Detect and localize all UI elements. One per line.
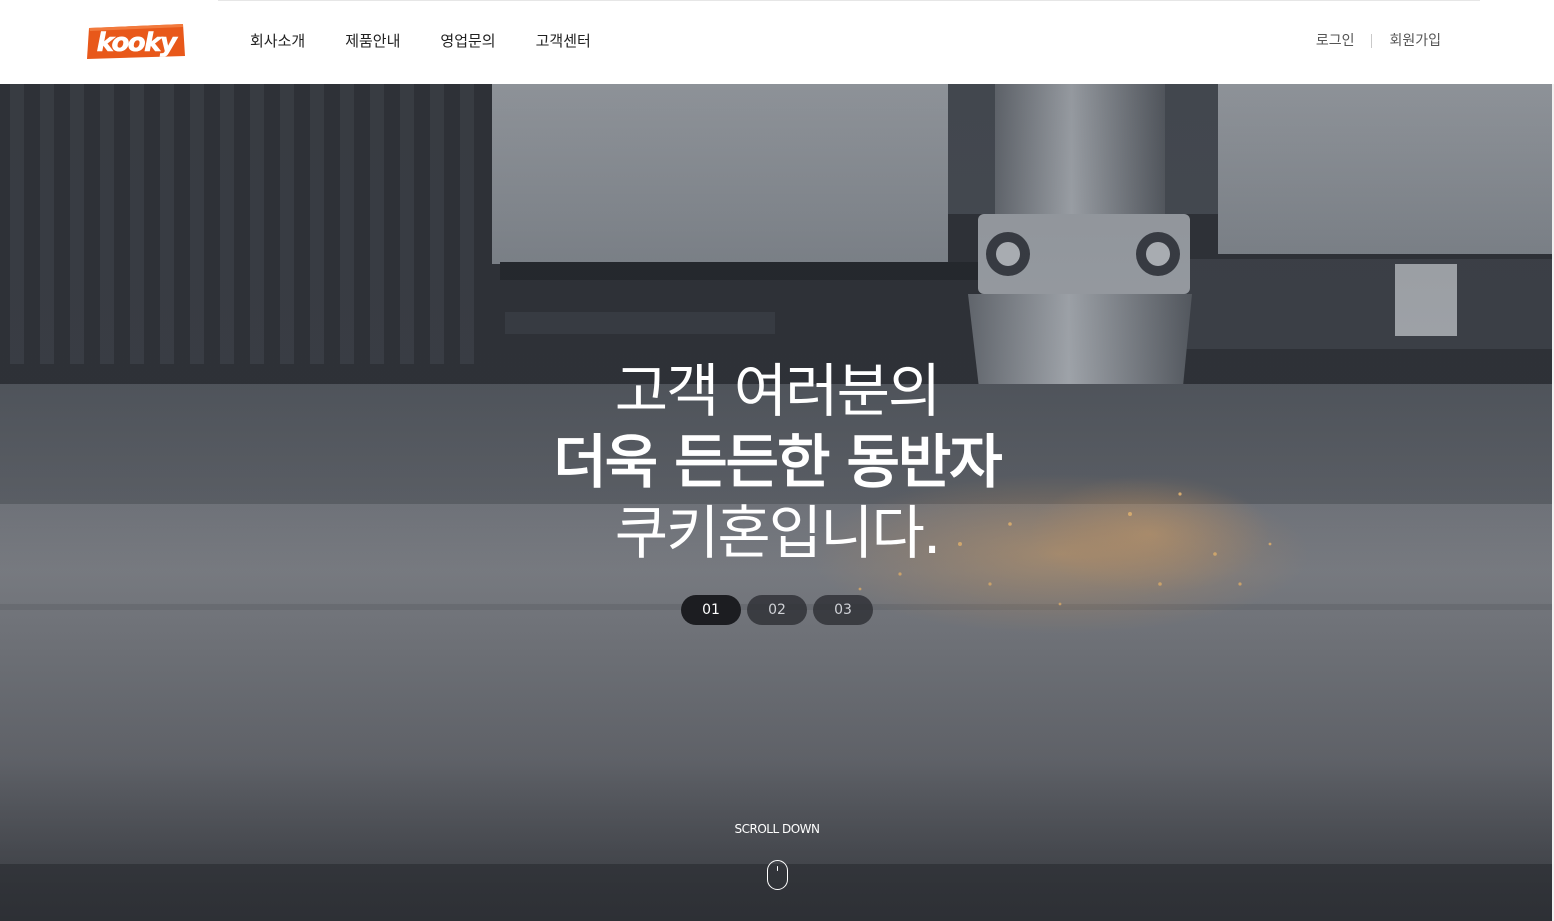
utility-divider [1371, 34, 1373, 48]
scroll-down-label: SCROLL DOWN [734, 822, 821, 836]
nav-item-company[interactable]: 회사소개 [250, 30, 305, 52]
slide-pager-3[interactable]: 03 [813, 595, 873, 625]
signup-link[interactable]: 회원가입 [1389, 30, 1441, 52]
site-header: kooky 회사소개 제품안내 영업문의 고객센터 로그인 회원가입 [0, 0, 1554, 84]
header-divider [218, 0, 1480, 1]
hero-headline-line2: 더욱 든든한 동반자 [553, 428, 1002, 496]
hero-headline-line1: 고객 여러분의 [614, 357, 942, 425]
login-link[interactable]: 로그인 [1316, 30, 1355, 52]
hero-headline-line3: 쿠키혼입니다. [614, 499, 942, 567]
nav-item-sales-inquiry[interactable]: 영업문의 [440, 30, 495, 52]
slide-pager-1[interactable]: 01 [681, 595, 741, 625]
main-nav: 회사소개 제품안내 영업문의 고객센터 [250, 30, 591, 52]
hero-headline: 고객 여러분의 더욱 든든한 동반자 쿠키혼입니다. [0, 356, 1554, 569]
svg-text:kooky: kooky [97, 28, 178, 58]
slide-pager-2[interactable]: 02 [747, 595, 807, 625]
utility-menu: 로그인 회원가입 [1316, 30, 1441, 52]
mouse-icon[interactable] [767, 860, 788, 890]
kooky-logo-icon: kooky [87, 24, 185, 59]
slide-pager: 01 02 03 [681, 595, 879, 625]
site-logo[interactable]: kooky [86, 22, 186, 60]
nav-item-customer-center[interactable]: 고객센터 [536, 30, 591, 52]
nav-item-products[interactable]: 제품안내 [345, 30, 400, 52]
mouse-wheel [776, 866, 778, 871]
hero-slider: 고객 여러분의 더욱 든든한 동반자 쿠키혼입니다. 01 02 03 SCRO… [0, 84, 1554, 921]
